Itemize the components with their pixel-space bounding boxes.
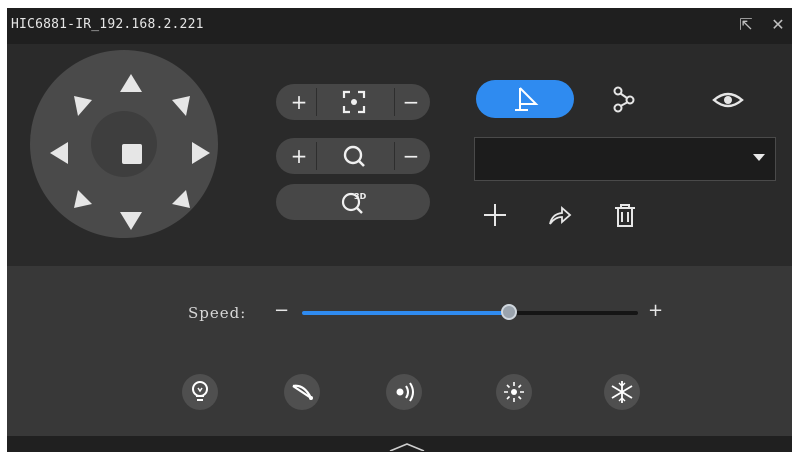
delete-icon: [615, 204, 635, 227]
chevron-down-icon: [753, 154, 765, 161]
pan-down-button[interactable]: [118, 208, 144, 234]
wiper-button[interactable]: [284, 374, 320, 410]
light-icon: [192, 381, 208, 401]
pan-up-right-button[interactable]: [168, 92, 194, 118]
3d-positioning-icon: 3D: [341, 192, 367, 214]
arrow-left-icon: [50, 142, 68, 164]
tab-patrol[interactable]: [604, 80, 644, 118]
title-bar: HIC6881-IR_192.168.2.221 ⇱ ✕: [7, 8, 792, 44]
close-button[interactable]: ✕: [767, 14, 789, 36]
3d-positioning-button[interactable]: 3D: [276, 184, 430, 220]
add-icon: [484, 204, 506, 226]
light-button[interactable]: [182, 374, 218, 410]
preset-flag-icon: [515, 87, 539, 111]
chevron-up-icon: [389, 443, 425, 452]
focus-control: + −: [276, 84, 430, 120]
defog-icon: [611, 381, 633, 403]
arrow-down-icon: [120, 212, 142, 230]
add-preset-button[interactable]: [480, 200, 510, 230]
wiper-icon: [292, 384, 313, 400]
arrow-down-left-icon: [74, 190, 92, 208]
ptz-stop-button[interactable]: [120, 142, 144, 166]
pan-down-left-button[interactable]: [70, 186, 96, 212]
defog-button[interactable]: [604, 374, 640, 410]
pan-left-button[interactable]: [46, 140, 72, 166]
goto-preset-button[interactable]: [544, 200, 574, 230]
delete-preset-button[interactable]: [610, 200, 640, 230]
zoom-icon: [343, 145, 365, 167]
stop-icon: [122, 144, 142, 164]
tab-watch[interactable]: [708, 80, 748, 118]
arrow-up-left-icon: [74, 96, 92, 116]
focus-minus-button[interactable]: −: [398, 84, 424, 120]
tab-preset[interactable]: [476, 80, 574, 118]
brightness-button[interactable]: [496, 374, 532, 410]
goto-icon: [549, 206, 572, 225]
brightness-icon: [504, 382, 524, 402]
pan-right-button[interactable]: [188, 140, 214, 166]
arrow-down-right-icon: [172, 190, 190, 208]
arrow-right-icon: [192, 142, 210, 164]
speed-increase-button[interactable]: +: [648, 300, 663, 321]
zoom-plus-button[interactable]: +: [286, 138, 312, 174]
arrow-up-icon: [120, 74, 142, 92]
pan-up-left-button[interactable]: [70, 92, 96, 118]
focus-plus-button[interactable]: +: [286, 84, 312, 120]
patrol-path-icon: [613, 86, 635, 113]
eye-icon: [712, 92, 744, 108]
speed-slider-handle[interactable]: [500, 304, 517, 320]
collapse-handle[interactable]: [384, 436, 430, 452]
pan-down-right-button[interactable]: [168, 186, 194, 212]
restore-button[interactable]: ⇱: [735, 14, 757, 36]
pan-up-button[interactable]: [118, 70, 144, 96]
focus-button[interactable]: [332, 84, 376, 120]
speed-slider[interactable]: [302, 304, 638, 320]
speed-aux-panel: [7, 266, 792, 436]
speed-slider-fill: [302, 311, 509, 315]
speed-decrease-button[interactable]: −: [274, 300, 289, 321]
zoom-control: + −: [276, 138, 430, 174]
infrared-icon: [396, 382, 414, 402]
zoom-minus-button[interactable]: −: [398, 138, 424, 174]
infrared-button[interactable]: [386, 374, 422, 410]
arrow-up-right-icon: [172, 96, 190, 116]
speed-label: Speed:: [188, 304, 247, 322]
zoom-button[interactable]: [332, 138, 376, 174]
preset-select[interactable]: [474, 137, 776, 181]
focus-icon: [342, 90, 366, 114]
svg-text:3D: 3D: [354, 192, 367, 201]
window-title: HIC6881-IR_192.168.2.221: [11, 17, 204, 32]
